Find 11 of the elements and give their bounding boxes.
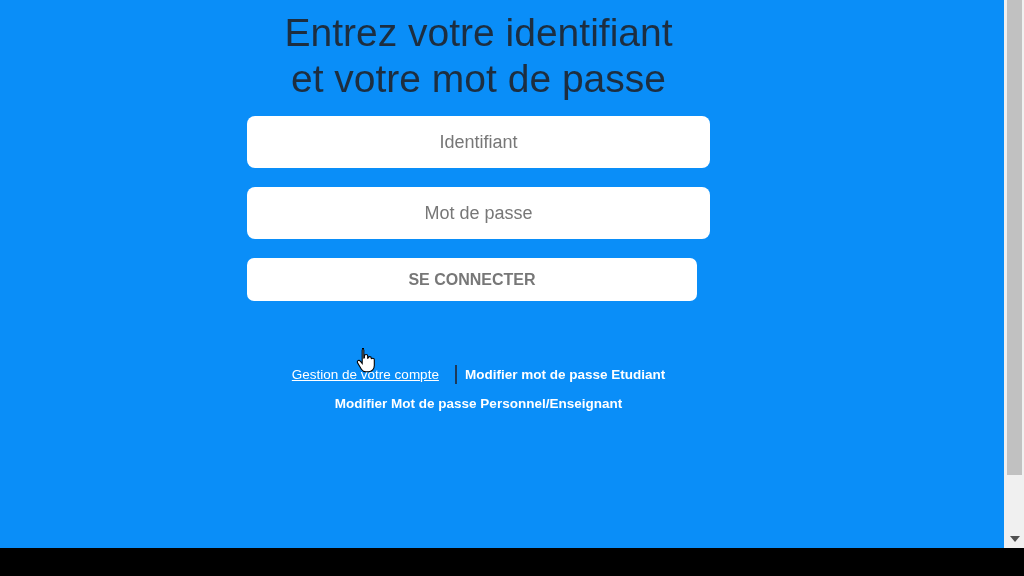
login-button[interactable]: SE CONNECTER bbox=[247, 258, 697, 301]
heading-line: et votre mot de passe bbox=[290, 56, 666, 102]
input-field[interactable]: Identifiant bbox=[247, 116, 710, 168]
account-link[interactable]: Modifier mot de passe Etudiant bbox=[464, 367, 666, 382]
down-arrow-icon[interactable] bbox=[1009, 536, 1020, 542]
scrollbar[interactable] bbox=[1004, 0, 1024, 548]
account-link[interactable]: Modifier Mot de passe Personnel/Enseignant bbox=[334, 396, 623, 411]
input-field[interactable]: Mot de passe bbox=[247, 187, 710, 239]
scrollbar-thumb[interactable] bbox=[1007, 0, 1022, 475]
heading-line: Entrez votre identifiant bbox=[284, 10, 673, 56]
account-link[interactable]: Gestion de votre compte bbox=[291, 367, 439, 382]
